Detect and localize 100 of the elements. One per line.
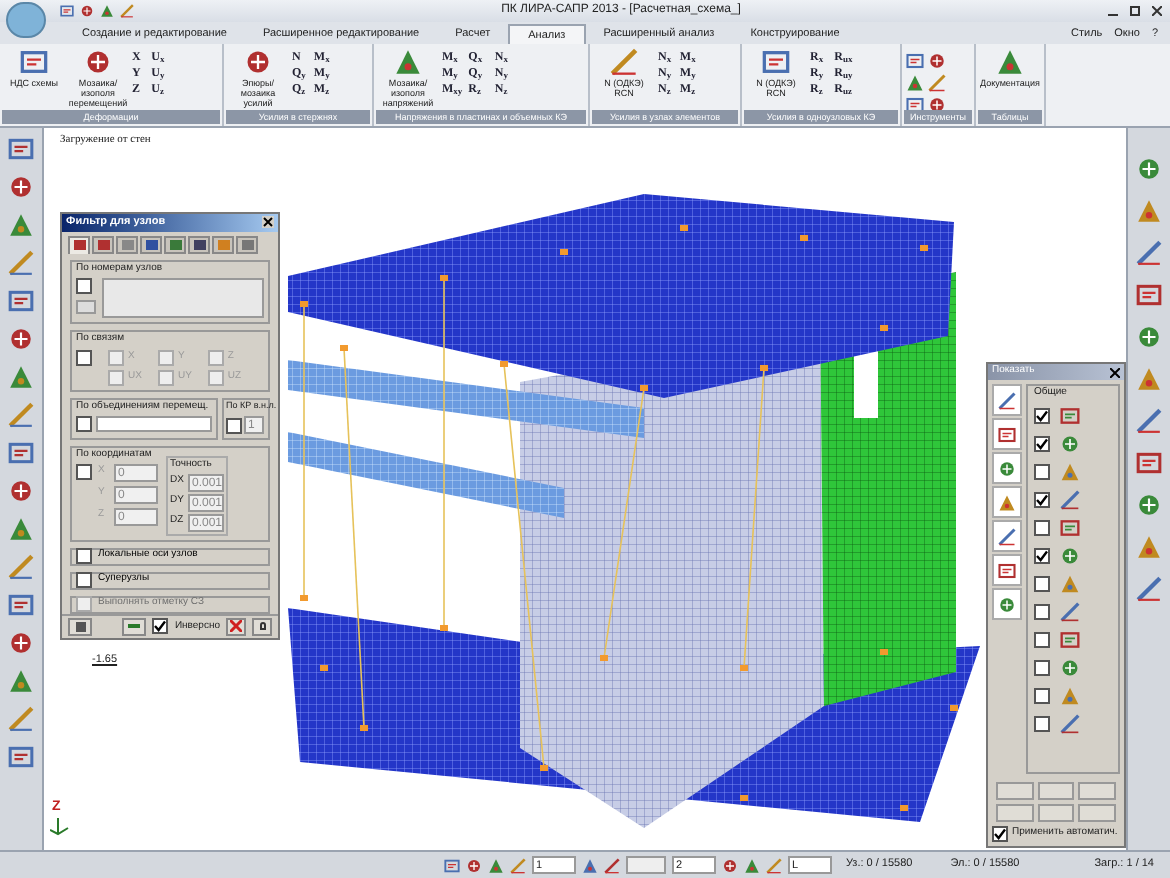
view-direction-icon[interactable] <box>1136 240 1162 266</box>
dialog-tab[interactable] <box>164 235 186 254</box>
view-tool-icon[interactable] <box>8 402 34 428</box>
panel-tab[interactable] <box>992 384 1022 416</box>
checkbox[interactable] <box>108 349 124 366</box>
display-mode-icon[interactable] <box>998 561 1016 579</box>
status-tool-icon[interactable] <box>444 857 460 873</box>
view-direction-icon[interactable] <box>1136 366 1162 392</box>
checkbox[interactable] <box>157 369 174 386</box>
cancel-button[interactable] <box>226 617 246 636</box>
checkbox[interactable] <box>1034 575 1050 591</box>
dialog-tab[interactable] <box>188 235 210 254</box>
display-option-icon[interactable] <box>1060 433 1080 453</box>
ribbon-tool-icon[interactable] <box>762 48 790 76</box>
close-icon[interactable] <box>262 216 274 229</box>
checkbox[interactable] <box>1034 463 1050 479</box>
view-tool-icon[interactable] <box>8 554 34 580</box>
dialog-tab[interactable] <box>92 235 114 254</box>
checkbox[interactable] <box>1034 715 1050 731</box>
view-tool-icon[interactable] <box>8 630 34 656</box>
view-direction-icon[interactable] <box>1136 534 1162 560</box>
ribbon-tool-icon[interactable] <box>84 48 112 76</box>
checkbox[interactable] <box>1034 519 1050 535</box>
view-tool-icon[interactable] <box>8 288 34 314</box>
view-direction-icon[interactable] <box>1136 576 1162 602</box>
view-tool-icon[interactable] <box>8 516 34 542</box>
app-logo-icon[interactable] <box>6 2 46 38</box>
tool-icon[interactable] <box>906 96 924 110</box>
view-direction-icon[interactable] <box>1136 156 1162 182</box>
view-direction-icon[interactable] <box>1136 282 1162 308</box>
display-option-icon[interactable] <box>1060 489 1080 509</box>
view-tool-icon[interactable] <box>8 706 34 732</box>
display-option-icon[interactable] <box>1060 573 1080 593</box>
display-option-icon[interactable] <box>1060 517 1080 537</box>
status-tool-icon[interactable] <box>604 857 620 873</box>
view-tool-icon[interactable] <box>8 592 34 618</box>
close-icon[interactable] <box>1110 367 1120 377</box>
panel-tab[interactable] <box>992 554 1022 586</box>
display-mode-icon[interactable] <box>998 425 1016 443</box>
checkbox[interactable] <box>1034 407 1050 423</box>
checkbox[interactable] <box>207 369 224 386</box>
checkbox[interactable] <box>1034 603 1050 619</box>
ribbon-tool-icon[interactable] <box>20 48 48 76</box>
tool-icon[interactable] <box>928 74 946 92</box>
display-option-icon[interactable] <box>1060 685 1080 705</box>
view-tool-icon[interactable] <box>8 174 34 200</box>
view-direction-icon[interactable] <box>1136 492 1162 518</box>
ribbon-tool-icon[interactable] <box>996 48 1024 76</box>
dialog-tab[interactable] <box>140 235 162 254</box>
help-button[interactable] <box>252 617 272 636</box>
display-option-icon[interactable] <box>1060 601 1080 621</box>
view-tool-icon[interactable] <box>8 364 34 390</box>
checkbox[interactable] <box>108 369 124 386</box>
ribbon-tool-icon[interactable] <box>244 48 272 76</box>
ribbon-tool-icon[interactable] <box>610 48 638 76</box>
checkbox[interactable] <box>207 349 224 366</box>
panel-tab[interactable] <box>992 452 1022 484</box>
ribbon-tool-icon[interactable] <box>394 48 422 76</box>
dropdown[interactable] <box>626 856 666 874</box>
view-tool-icon[interactable] <box>8 136 34 162</box>
checkbox[interactable] <box>76 416 92 433</box>
display-option-icon[interactable] <box>1060 461 1080 481</box>
checkbox[interactable] <box>76 278 92 295</box>
status-tool-icon[interactable] <box>744 857 760 873</box>
maximize-icon[interactable] <box>1130 6 1140 16</box>
checkbox[interactable] <box>1034 687 1050 703</box>
apply-button[interactable] <box>68 617 92 636</box>
view-tool-icon[interactable] <box>8 744 34 770</box>
checkbox[interactable] <box>1034 547 1050 563</box>
toolbar-icon[interactable] <box>120 4 134 18</box>
dialog-tab[interactable] <box>68 235 90 254</box>
status-tool-icon[interactable] <box>488 857 504 873</box>
status-tool-icon[interactable] <box>766 857 782 873</box>
checkbox[interactable] <box>1034 659 1050 675</box>
view-tool-icon[interactable] <box>8 478 34 504</box>
checkbox[interactable] <box>76 463 92 480</box>
checkbox[interactable] <box>76 572 92 589</box>
checkbox[interactable] <box>1034 631 1050 647</box>
panel-tab[interactable] <box>992 588 1022 620</box>
view-direction-icon[interactable] <box>1136 408 1162 434</box>
checkbox[interactable] <box>157 349 174 366</box>
view-tool-icon[interactable] <box>8 668 34 694</box>
view-tool-icon[interactable] <box>8 326 34 352</box>
checkbox[interactable] <box>1034 435 1050 451</box>
toolbar-icon[interactable] <box>100 4 114 18</box>
tool-icon[interactable] <box>906 52 924 70</box>
panel-tab[interactable] <box>992 520 1022 552</box>
checkbox[interactable] <box>76 349 92 366</box>
display-mode-icon[interactable] <box>998 493 1016 511</box>
view-tool-icon[interactable] <box>8 250 34 276</box>
tool-icon[interactable] <box>906 74 924 92</box>
view-tool-icon[interactable] <box>8 212 34 238</box>
checkbox[interactable] <box>226 417 242 434</box>
display-option-icon[interactable] <box>1060 405 1080 425</box>
display-mode-icon[interactable] <box>998 527 1016 545</box>
checkbox[interactable] <box>76 548 92 565</box>
status-tool-icon[interactable] <box>510 857 526 873</box>
display-option-icon[interactable] <box>1060 657 1080 677</box>
panel-tab[interactable] <box>992 486 1022 518</box>
checkbox[interactable] <box>152 618 169 635</box>
